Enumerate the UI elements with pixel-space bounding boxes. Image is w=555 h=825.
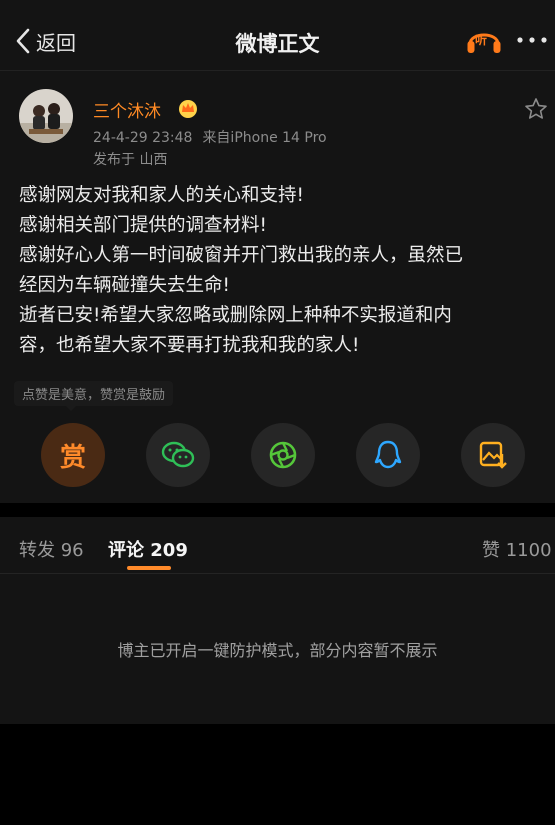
share-moments-button[interactable] (251, 423, 315, 487)
qq-icon (374, 440, 402, 469)
tab-comments-count: 209 (150, 540, 188, 561)
tab-repost-count: 96 (60, 540, 84, 561)
reward-button[interactable]: 赏 (41, 423, 105, 487)
vip-crown-icon (179, 100, 197, 118)
post-timestamp: 24-4-29 23:48 (93, 130, 193, 146)
share-qq-button[interactable] (356, 423, 420, 487)
tab-likes-count: 1100 (505, 540, 552, 561)
save-image-button[interactable] (461, 423, 525, 487)
tab-comments-label: 评论 (108, 540, 144, 561)
content-line: 感谢好心人第一时间破窗并开门救出我的亲人，虽然已 (19, 245, 464, 266)
post-location: 发布于 山西 (93, 152, 168, 168)
post-card: 三个沐沐 24-4-29 23:48 来自iPhone 14 Pro 发布于 山西… (0, 71, 555, 503)
tab-repost[interactable]: 转发 96 (19, 536, 84, 562)
listen-button[interactable]: 听 (466, 24, 502, 56)
content-line: 感谢网友对我和家人的关心和支持! (19, 185, 304, 206)
post-meta: 24-4-29 23:48 来自iPhone 14 Pro (93, 127, 327, 147)
active-tab-indicator (127, 566, 171, 570)
more-options-button[interactable] (515, 27, 549, 53)
avatar-image (19, 89, 73, 143)
protection-notice: 博主已开启一键防护模式，部分内容暂不展示 (117, 641, 438, 660)
tab-likes-label: 赞 (482, 540, 500, 561)
moments-icon (269, 441, 297, 469)
tab-comments[interactable]: 评论 209 (108, 536, 188, 562)
content-line: 经因为车辆碰撞失去生命! (19, 275, 230, 296)
comments-section: 博主已开启一键防护模式，部分内容暂不展示 (0, 574, 555, 724)
hint-pointer (64, 404, 78, 411)
listen-label: 听 (475, 33, 488, 47)
star-icon (525, 98, 547, 119)
post-source: 来自iPhone 14 Pro (202, 130, 327, 146)
top-bar: 返回 微博正文 听 (0, 0, 555, 71)
avatar[interactable] (19, 89, 73, 143)
reward-icon: 赏 (59, 442, 86, 473)
post-tabs: 转发 96 评论 209 赞 1100 (0, 517, 555, 574)
post-content: 感谢网友对我和家人的关心和支持! 感谢相关部门提供的调查材料! 感谢好心人第一时… (19, 181, 544, 361)
reward-hint: 点赞是美意，赞赏是鼓励 (14, 381, 174, 406)
favorite-button[interactable] (524, 97, 548, 121)
content-line: 逝者已安!希望大家忽略或删除网上种种不实报道和内 (19, 305, 452, 326)
content-line: 容，也希望大家不要再打扰我和我的家人! (19, 335, 360, 356)
wechat-icon (161, 441, 195, 468)
username[interactable]: 三个沐沐 (93, 97, 161, 122)
tab-repost-label: 转发 (19, 540, 55, 561)
content-line: 感谢相关部门提供的调查材料! (19, 215, 267, 236)
more-icon (517, 37, 547, 43)
tab-likes[interactable]: 赞 1100 (482, 536, 552, 562)
share-wechat-button[interactable] (146, 423, 210, 487)
image-download-icon (479, 441, 507, 469)
